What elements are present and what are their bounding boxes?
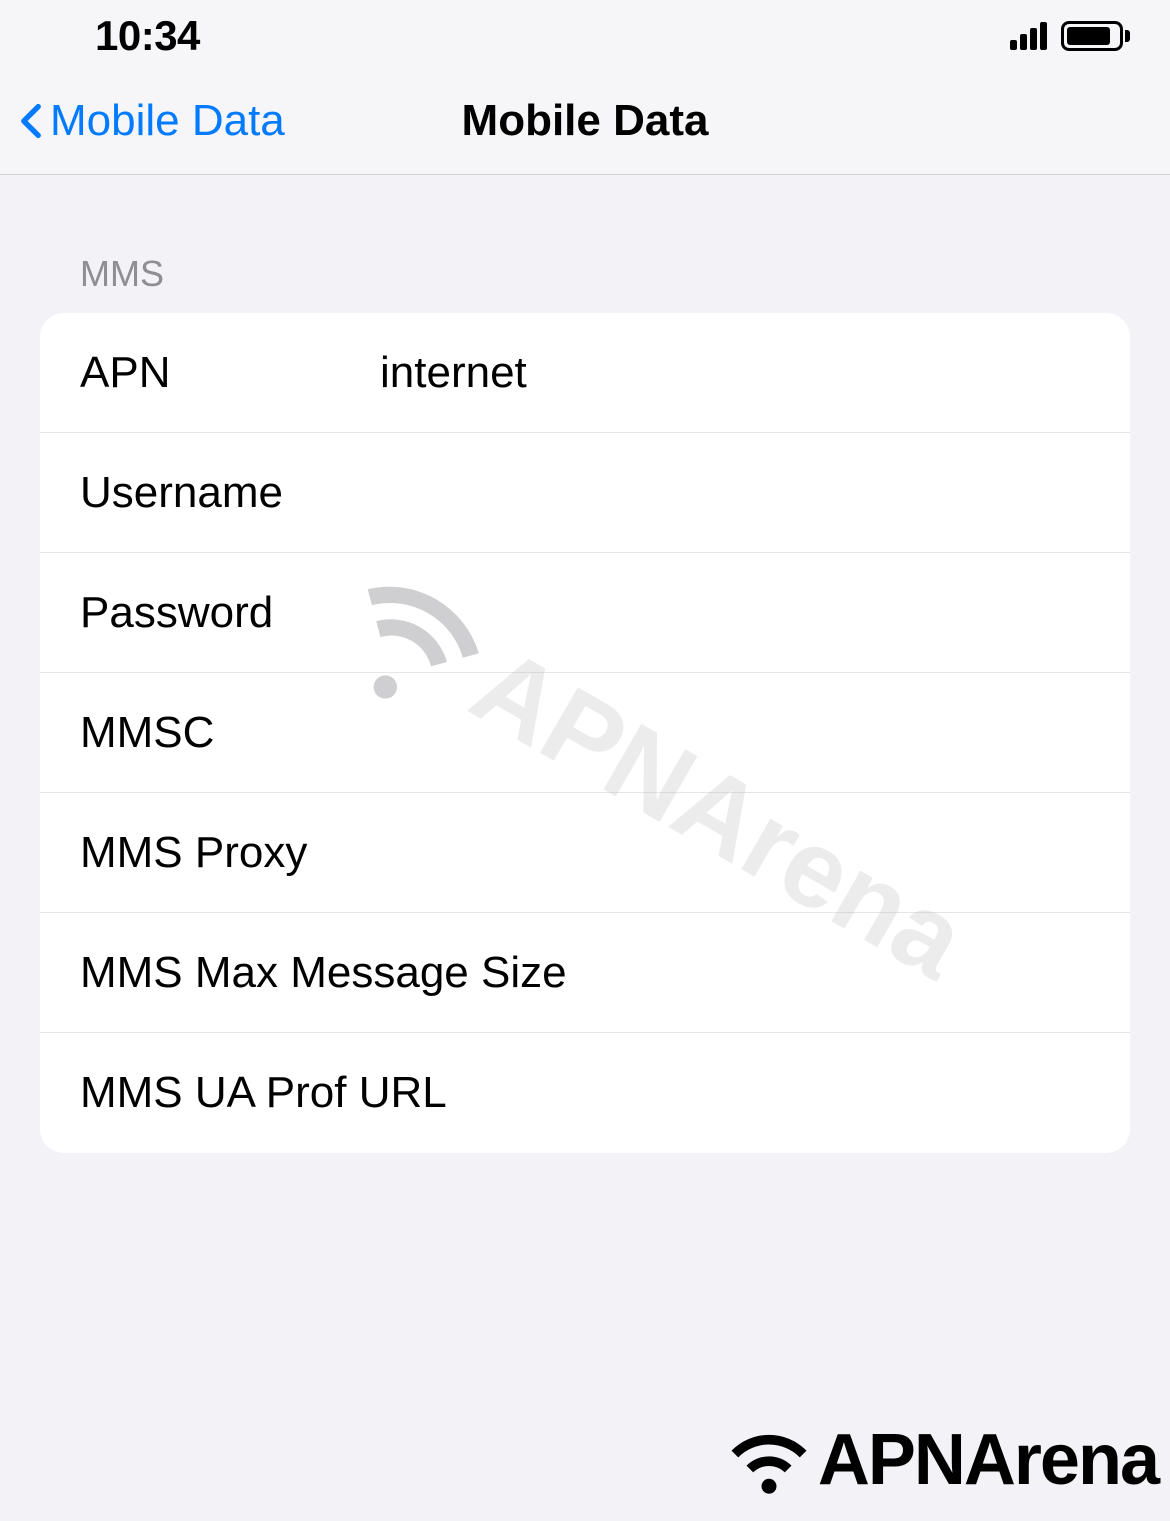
content: MMS APN Username Password MMSC MMS Proxy… xyxy=(0,175,1170,1153)
apn-input[interactable] xyxy=(380,348,1090,398)
footer-logo: APNArena xyxy=(724,1419,1158,1501)
row-label: MMS Max Message Size xyxy=(80,948,567,998)
section-header-mms: MMS xyxy=(80,253,1130,295)
row-mms-proxy[interactable]: MMS Proxy xyxy=(40,793,1130,913)
status-time: 10:34 xyxy=(95,12,200,60)
mms-proxy-input[interactable] xyxy=(380,828,1090,878)
mms-max-size-input[interactable] xyxy=(567,948,1130,998)
row-mmsc[interactable]: MMSC xyxy=(40,673,1130,793)
row-label: MMSC xyxy=(80,708,380,758)
row-apn[interactable]: APN xyxy=(40,313,1130,433)
row-label: MMS Proxy xyxy=(80,828,380,878)
back-label: Mobile Data xyxy=(50,96,285,146)
back-button[interactable]: Mobile Data xyxy=(20,96,285,146)
row-label: APN xyxy=(80,348,380,398)
cellular-signal-icon xyxy=(1010,22,1047,50)
battery-icon xyxy=(1061,21,1130,51)
row-password[interactable]: Password xyxy=(40,553,1130,673)
settings-group-mms: APN Username Password MMSC MMS Proxy MMS… xyxy=(40,313,1130,1153)
page-title: Mobile Data xyxy=(462,96,709,146)
username-input[interactable] xyxy=(380,468,1090,518)
row-username[interactable]: Username xyxy=(40,433,1130,553)
row-label: MMS UA Prof URL xyxy=(80,1068,447,1118)
row-label: Password xyxy=(80,588,380,638)
chevron-left-icon xyxy=(20,103,42,139)
status-bar: 10:34 xyxy=(0,0,1170,72)
row-mms-max-size[interactable]: MMS Max Message Size xyxy=(40,913,1130,1033)
navigation-bar: Mobile Data Mobile Data xyxy=(0,72,1170,175)
mmsc-input[interactable] xyxy=(380,708,1090,758)
status-icons xyxy=(1010,21,1130,51)
password-input[interactable] xyxy=(380,588,1090,638)
row-mms-ua-prof-url[interactable]: MMS UA Prof URL xyxy=(40,1033,1130,1153)
mms-ua-prof-url-input[interactable] xyxy=(447,1068,1090,1118)
row-label: Username xyxy=(80,468,380,518)
wifi-icon xyxy=(724,1420,814,1500)
